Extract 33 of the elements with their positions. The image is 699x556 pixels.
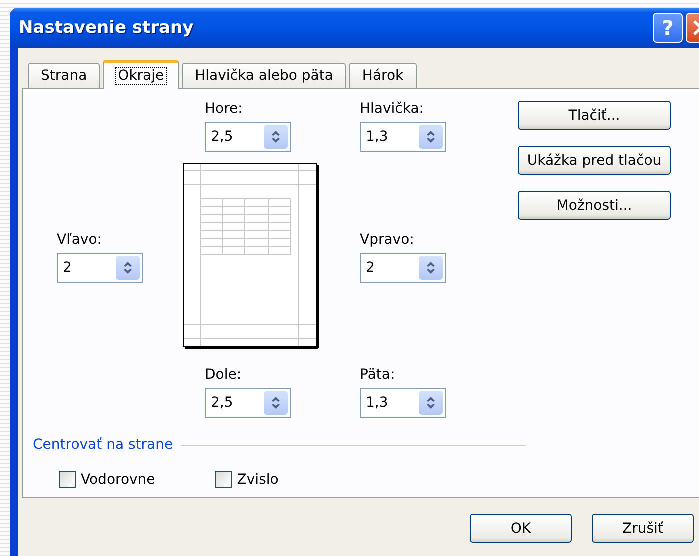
spin-button[interactable] <box>419 125 443 149</box>
spin-button[interactable] <box>419 391 443 415</box>
spin-button[interactable] <box>419 256 443 280</box>
field-label: Vľavo: <box>57 232 103 248</box>
dialog-button[interactable]: OK <box>470 514 572 543</box>
field-label: Päta: <box>360 367 396 383</box>
up-down-arrows-icon <box>270 129 282 145</box>
up-down-arrows-icon <box>425 395 437 411</box>
up-down-arrows-icon <box>122 260 134 276</box>
dialog-button[interactable]: Možnosti... <box>518 191 671 220</box>
field-label: Dole: <box>205 367 243 383</box>
tab[interactable]: Okraje <box>103 60 180 89</box>
spin-button[interactable] <box>116 256 140 280</box>
field-label: Hore: <box>205 101 244 117</box>
tab[interactable]: Strana <box>28 63 100 88</box>
up-down-arrows-icon <box>425 260 437 276</box>
checkbox-label: Vodorovne <box>81 472 156 488</box>
tab[interactable]: Hárok <box>349 63 417 88</box>
up-down-arrows-icon <box>270 395 282 411</box>
dialog-button[interactable]: Tlačiť... <box>518 101 671 130</box>
spin-button[interactable] <box>264 125 288 149</box>
dialog-button[interactable]: Ukážka pred tlačou <box>518 146 671 175</box>
spin-button[interactable] <box>264 391 288 415</box>
checkbox[interactable] <box>59 471 76 488</box>
up-down-arrows-icon <box>425 129 437 145</box>
field-label: Hlavička: <box>360 101 426 117</box>
checkbox-label: Zvislo <box>237 472 279 488</box>
tab[interactable]: Hlavička alebo päta <box>182 63 346 88</box>
checkbox[interactable] <box>215 471 232 488</box>
window-title: Nastavenie strany <box>19 18 194 38</box>
group-title: Centrovať na strane <box>33 437 174 453</box>
field-label: Vpravo: <box>360 232 416 248</box>
dialog-button[interactable]: Zrušiť <box>592 514 694 543</box>
